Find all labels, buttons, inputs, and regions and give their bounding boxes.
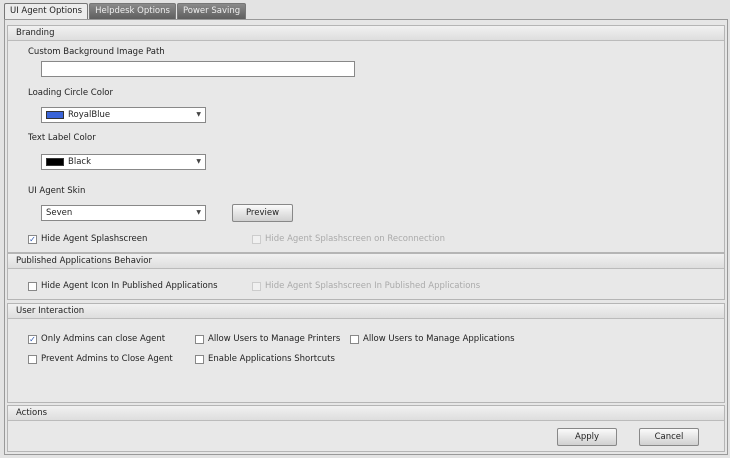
- skin-label: UI Agent Skin: [28, 186, 86, 196]
- color-swatch: [46, 158, 64, 166]
- bg-path-input[interactable]: [41, 61, 355, 77]
- published-section: Published Applications Behavior Hide Age…: [7, 253, 725, 300]
- loading-color-select[interactable]: RoyalBlue ▼: [41, 107, 206, 123]
- chevron-down-icon: ▼: [196, 111, 201, 118]
- checkbox-label: Allow Users to Manage Applications: [363, 334, 515, 344]
- only-admins-checkbox[interactable]: ✓ Only Admins can close Agent: [28, 334, 165, 344]
- checkbox-label: Hide Agent Splashscreen on Reconnection: [265, 234, 445, 244]
- checkbox-label: Hide Agent Splashscreen In Published App…: [265, 281, 481, 291]
- text-color-label: Text Label Color: [28, 133, 96, 143]
- checkbox-icon: [195, 354, 204, 364]
- cancel-button[interactable]: Cancel: [639, 428, 699, 446]
- hide-splash-published-checkbox[interactable]: Hide Agent Splashscreen In Published App…: [252, 281, 480, 291]
- checkbox-label: Prevent Admins to Close Agent: [41, 354, 173, 364]
- checkbox-icon: [252, 234, 261, 244]
- section-header: Branding: [8, 26, 724, 41]
- tab-power-saving[interactable]: Power Saving: [176, 3, 247, 19]
- branding-section: Branding Custom Background Image Path Lo…: [7, 25, 725, 253]
- chevron-down-icon: ▼: [196, 158, 201, 165]
- selected-value: RoyalBlue: [68, 110, 111, 120]
- manage-printers-checkbox[interactable]: Allow Users to Manage Printers: [195, 334, 340, 344]
- checkbox-icon: [28, 354, 37, 364]
- color-swatch: [46, 111, 64, 119]
- chevron-down-icon: ▼: [196, 209, 201, 216]
- bg-path-label: Custom Background Image Path: [28, 47, 165, 57]
- checkbox-checked-icon: ✓: [28, 334, 37, 344]
- checkbox-label: Only Admins can close Agent: [41, 334, 166, 344]
- prevent-admins-checkbox[interactable]: Prevent Admins to Close Agent: [28, 354, 173, 364]
- section-header: Actions: [8, 406, 724, 421]
- tab-ui-agent-options[interactable]: UI Agent Options: [4, 3, 89, 20]
- checkbox-checked-icon: ✓: [28, 234, 37, 244]
- hide-icon-checkbox[interactable]: Hide Agent Icon In Published Application…: [28, 281, 218, 291]
- hide-splash-reconnect-checkbox[interactable]: Hide Agent Splashscreen on Reconnection: [252, 234, 445, 244]
- section-header: Published Applications Behavior: [8, 254, 724, 269]
- loading-color-label: Loading Circle Color: [28, 88, 113, 98]
- tab-helpdesk-options[interactable]: Helpdesk Options: [89, 3, 176, 19]
- tab-panel: Branding Custom Background Image Path Lo…: [4, 19, 728, 455]
- checkbox-label: Hide Agent Icon In Published Application…: [41, 281, 218, 291]
- checkbox-label: Hide Agent Splashscreen: [41, 234, 148, 244]
- checkbox-icon: [28, 281, 37, 291]
- selected-value: Seven: [46, 208, 73, 218]
- tab-bar: UI Agent Options Helpdesk Options Power …: [4, 3, 247, 20]
- text-color-select[interactable]: Black ▼: [41, 154, 206, 170]
- user-interaction-section: User Interaction ✓ Only Admins can close …: [7, 303, 725, 403]
- checkbox-icon: [195, 334, 204, 344]
- selected-value: Black: [68, 157, 91, 167]
- skin-select[interactable]: Seven ▼: [41, 205, 206, 221]
- checkbox-icon: [350, 334, 359, 344]
- preview-button[interactable]: Preview: [232, 204, 293, 222]
- app-shortcuts-checkbox[interactable]: Enable Applications Shortcuts: [195, 354, 335, 364]
- checkbox-label: Allow Users to Manage Printers: [208, 334, 341, 344]
- hide-splash-checkbox[interactable]: ✓ Hide Agent Splashscreen: [28, 234, 147, 244]
- actions-section: Actions Apply Cancel: [7, 405, 725, 452]
- checkbox-icon: [252, 281, 261, 291]
- checkbox-label: Enable Applications Shortcuts: [208, 354, 335, 364]
- manage-apps-checkbox[interactable]: Allow Users to Manage Applications: [350, 334, 515, 344]
- apply-button[interactable]: Apply: [557, 428, 617, 446]
- section-header: User Interaction: [8, 304, 724, 319]
